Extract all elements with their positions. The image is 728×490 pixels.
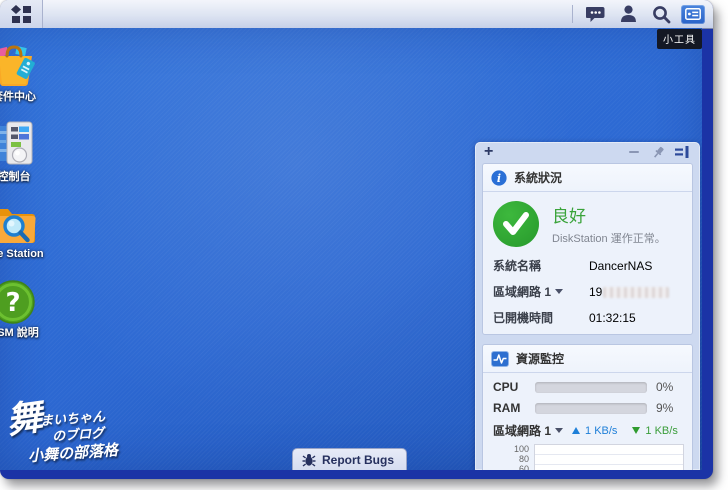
chat-bubble-icon: [585, 6, 604, 22]
blurred-ip-block: [603, 286, 670, 298]
search-icon: [652, 5, 670, 23]
resource-monitor-header[interactable]: 資源監控: [483, 345, 692, 373]
cpu-row: CPU 0%: [483, 373, 692, 397]
dock-panel-button[interactable]: [673, 144, 691, 160]
report-bugs-label: Report Bugs: [322, 452, 394, 467]
widgets-button[interactable]: [681, 4, 705, 24]
network-dropdown[interactable]: 區域網路 1: [493, 422, 564, 439]
user-icon: [620, 5, 636, 22]
uptime-label: 已開機時間: [493, 311, 554, 325]
watermark-line1: まいちゃん: [39, 408, 106, 429]
pin-icon: [653, 146, 664, 158]
widgets-panel: + i 系統狀況 良好 DiskStation 運作正常。 系統名稱 Dance…: [475, 142, 700, 470]
download-speed: 1 KB/s: [645, 424, 678, 437]
desktop-icon-package-center[interactable]: [0, 44, 38, 93]
network-row: 區域網路 1 1 KB/s 1 KB/s: [483, 418, 692, 441]
widgets-icon: [685, 8, 701, 20]
resource-monitor-widget: 資源監控 CPU 0% RAM 9% 區域網路 1 1 KB/s 1 KB/s …: [482, 344, 693, 470]
widgets-panel-header: +: [475, 142, 700, 160]
lan-dropdown[interactable]: 區域網路 1: [493, 283, 589, 300]
desktop-icon-label[interactable]: DSM 說明: [0, 324, 56, 340]
top-taskbar: [0, 0, 713, 29]
resource-monitor-title: 資源監控: [516, 352, 565, 366]
uptime-row: 已開機時間 01:32:15: [483, 305, 692, 334]
lan-ip-value: 19: [589, 285, 670, 299]
pulse-icon: [491, 350, 509, 367]
dsm-desktop-screen: 小工具 套件中心: [0, 0, 713, 479]
report-bugs-button[interactable]: Report Bugs: [292, 448, 407, 470]
chevron-down-icon: [555, 428, 564, 433]
health-status-text: 良好: [552, 207, 586, 226]
system-status-header[interactable]: i 系統狀況: [483, 164, 692, 192]
desktop-icon-control-panel[interactable]: [0, 121, 38, 170]
health-summary: 良好 DiskStation 運作正常。: [483, 192, 692, 253]
ram-percent: 9%: [656, 401, 674, 415]
info-icon: i: [491, 169, 507, 186]
health-status-detail: DiskStation 運作正常。: [552, 233, 666, 245]
chevron-down-icon: [555, 289, 564, 294]
chart-y-axis-ticks: 100 80 60 40 20 0: [513, 444, 529, 470]
dsm-help-icon: ?: [0, 280, 35, 324]
cpu-label: CPU: [493, 380, 519, 394]
minimize-widget-button[interactable]: [625, 144, 643, 160]
desktop-icon-label[interactable]: 套件中心: [0, 88, 56, 104]
system-status-title: 系統狀況: [514, 171, 563, 185]
blog-watermark: 舞 まいちゃん のブログ 小舞の部落格: [4, 390, 154, 470]
search-button[interactable]: [648, 3, 674, 25]
desktop-icon-file-station[interactable]: [0, 204, 38, 251]
desktop-icon-dsm-help[interactable]: ?: [0, 279, 38, 330]
main-menu-button[interactable]: [0, 0, 43, 28]
pin-widget-button[interactable]: [649, 144, 667, 160]
network-usage-chart: 100 80 60 40 20 0: [483, 441, 692, 470]
ram-row: RAM 9%: [483, 397, 692, 418]
system-status-widget: i 系統狀況 良好 DiskStation 運作正常。 系統名稱 DancerN…: [482, 163, 693, 335]
download-arrow-icon: [632, 427, 641, 434]
taskbar-separator: [572, 5, 573, 23]
screenshot-photo: 小工具 套件中心: [0, 0, 728, 490]
system-name-row: 系統名稱 DancerNAS: [483, 253, 692, 279]
chart-plot-area: [534, 444, 684, 470]
svg-text:?: ?: [5, 288, 20, 318]
upload-arrow-icon: [572, 427, 581, 434]
svg-text:i: i: [497, 172, 501, 185]
upload-speed: 1 KB/s: [585, 424, 618, 437]
desktop-icon-label[interactable]: File Station: [0, 248, 56, 260]
check-circle-icon: [493, 201, 539, 247]
system-name-label: 系統名稱: [493, 259, 542, 273]
watermark-dance-character: 舞: [3, 395, 46, 442]
cpu-bar: [535, 381, 647, 393]
watermark-line3: 小舞の部落格: [27, 441, 119, 466]
uptime-value: 01:32:15: [589, 310, 636, 325]
cpu-percent: 0%: [656, 380, 674, 394]
ram-label: RAM: [493, 401, 521, 415]
dock-right-icon: [675, 146, 689, 158]
watermark-line2: のブログ: [51, 425, 105, 444]
lan-row: 區域網路 1 19: [483, 279, 692, 305]
bug-icon: [302, 453, 316, 467]
control-panel-icon: [0, 121, 33, 165]
desktop: 套件中心 控制台: [0, 28, 702, 470]
file-station-folder-icon: [0, 209, 36, 243]
notifications-button[interactable]: [582, 3, 608, 25]
package-center-bag-icon: [0, 45, 35, 86]
widgets-tooltip: 小工具: [657, 29, 702, 49]
add-widget-button[interactable]: +: [484, 144, 493, 160]
ram-bar: [535, 402, 647, 414]
desktop-icon-label[interactable]: 控制台: [0, 168, 56, 184]
main-menu-icon: [10, 4, 31, 23]
user-account-button[interactable]: [615, 3, 641, 25]
minimize-icon: [629, 151, 639, 153]
system-name-value: DancerNAS: [589, 258, 653, 273]
